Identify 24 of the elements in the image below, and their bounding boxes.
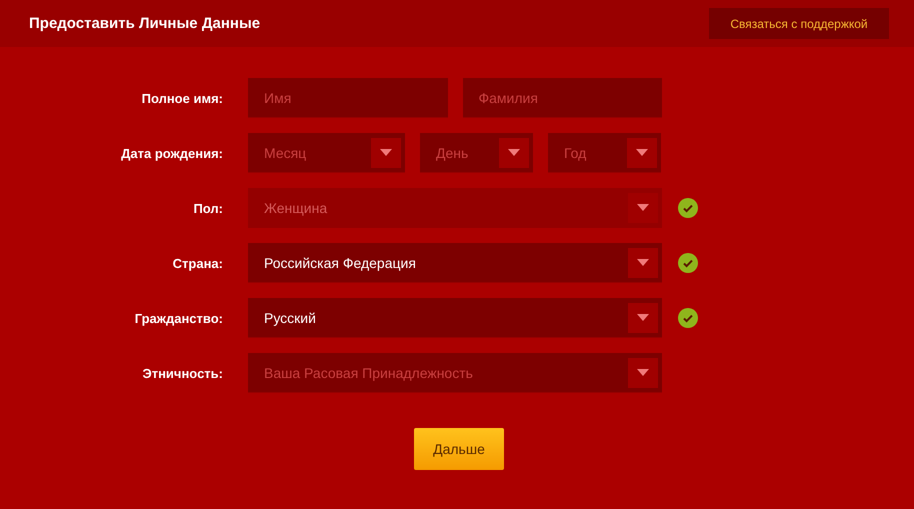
dropdown-field[interactable]: День [420, 133, 533, 173]
caret-icon [371, 138, 401, 168]
dropdown-field[interactable]: Год [548, 133, 661, 173]
field-label: Дата рождения: [120, 146, 224, 160]
field-label: Этничность: [141, 366, 224, 380]
caret-icon [627, 138, 657, 168]
caret-icon [628, 358, 658, 388]
dropdown-field[interactable]: Русский [248, 298, 662, 338]
dropdown-field[interactable]: Российская Федерация [248, 243, 662, 283]
caret-icon [499, 138, 529, 168]
dropdown-field[interactable]: Ваша Расовая Принадлежность [248, 353, 662, 393]
input-field[interactable]: Фамилия [462, 78, 662, 118]
field-label: Страна: [172, 256, 224, 270]
input-field[interactable]: Имя [248, 78, 448, 118]
caret-icon [628, 302, 658, 332]
next-button[interactable]: Дальше [414, 428, 504, 470]
page-title: Предоставить Личные Данные [29, 15, 260, 32]
field-label: Гражданство: [134, 310, 224, 326]
field-label: Пол: [192, 200, 224, 216]
field-label: Полное имя: [140, 90, 224, 106]
support-button[interactable]: Связаться с поддержкой [709, 8, 889, 39]
caret-icon [628, 192, 658, 222]
dropdown-field[interactable]: Месяц [248, 133, 405, 173]
caret-icon [628, 248, 658, 278]
